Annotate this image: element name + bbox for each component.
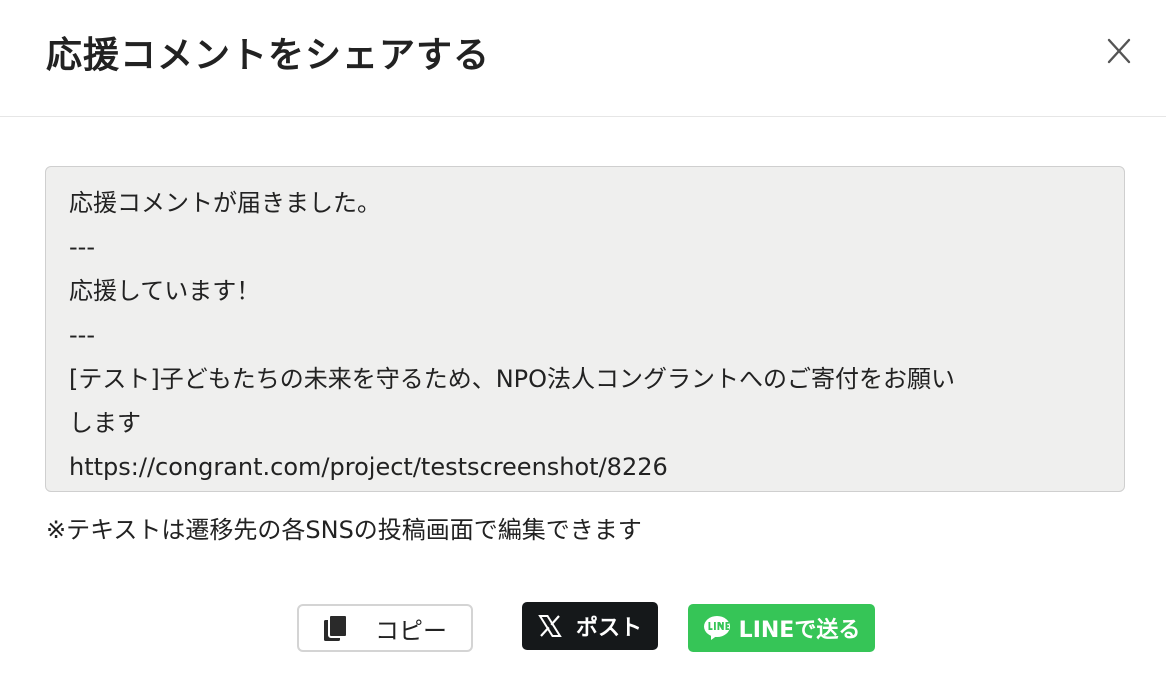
share-text-box[interactable]: 応援コメントが届きました。 --- 応援しています！ --- [テスト]子どもた… (45, 166, 1125, 492)
share-modal: 応援コメントをシェアする 応援コメントが届きました。 --- 応援しています！ … (0, 0, 1166, 698)
share-text-url: https://congrant.com/project/testscreens… (69, 453, 668, 481)
share-text-line: --- (69, 321, 95, 349)
line-send-button-label: LINEで送る (738, 618, 861, 643)
x-post-button-label: ポスト (575, 616, 642, 641)
modal-title: 応援コメントをシェアする (46, 35, 491, 76)
share-text-line: --- (69, 233, 95, 261)
share-text-line: 応援コメントが届きました。 (69, 189, 381, 217)
copy-button-label: コピー (375, 616, 447, 645)
close-button[interactable] (1100, 32, 1138, 70)
share-text-line: 応援しています！ (69, 277, 261, 305)
share-text-line: します (69, 409, 141, 437)
copy-icon (323, 614, 349, 642)
line-logo-icon (703, 615, 731, 641)
share-text-line: [テスト]子どもたちの未来を守るため、NPO法人コングラントへのご寄付をお願い (69, 365, 956, 393)
copy-button[interactable]: コピー (297, 604, 473, 652)
x-logo-icon (538, 614, 562, 638)
close-icon (1107, 38, 1131, 64)
x-post-button[interactable]: ポスト (522, 602, 658, 650)
modal-header: 応援コメントをシェアする (0, 0, 1166, 117)
line-send-button[interactable]: LINEで送る (688, 604, 875, 652)
edit-note: ※テキストは遷移先の各SNSの投稿画面で編集できます (46, 516, 642, 544)
